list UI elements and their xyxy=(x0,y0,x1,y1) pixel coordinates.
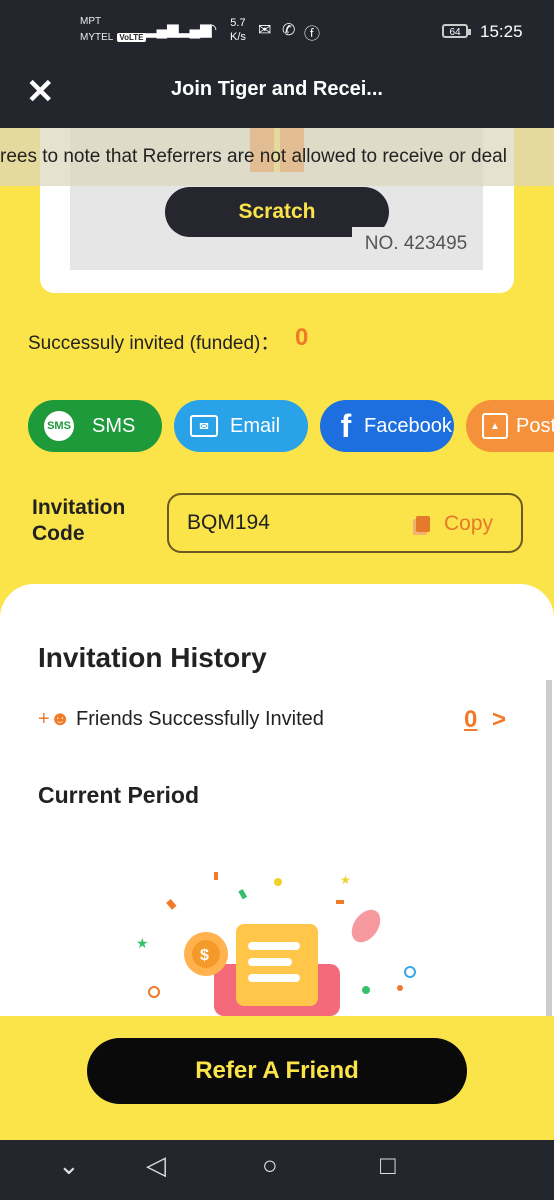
add-person-icon: +☻ xyxy=(38,708,71,730)
image-icon: ▲ xyxy=(482,413,508,439)
chevron-right-icon[interactable]: > xyxy=(492,706,506,734)
share-facebook-button[interactable]: f Facebook xyxy=(320,400,454,452)
signal-icon: ▂▄▆ xyxy=(145,21,179,38)
copy-icon xyxy=(415,516,430,532)
facebook-icon: f xyxy=(340,407,352,444)
invitation-code-label: Invitation Code xyxy=(32,495,125,547)
invitation-code-box: BQM194 Copy xyxy=(167,493,523,553)
viber-icon: ✆ xyxy=(282,22,296,39)
invitation-code-label-line1: Invitation xyxy=(32,496,126,519)
invited-count: 0 xyxy=(295,324,309,351)
svg-text:★: ★ xyxy=(136,936,149,952)
invitation-code: BQM194 xyxy=(187,511,270,534)
share-sms-button[interactable]: SMS SMS xyxy=(28,400,162,452)
volte-badge: VoLTE xyxy=(117,33,146,42)
sms-icon: SMS xyxy=(44,411,74,441)
invitation-history-title: Invitation History xyxy=(38,642,267,673)
facebook-notification-icon: ⓕ xyxy=(304,26,321,43)
copy-button[interactable]: Copy xyxy=(415,512,493,536)
friends-invited-label: Friends Successfully Invited xyxy=(76,708,324,730)
battery-icon: 64 xyxy=(442,24,471,38)
refer-a-friend-button[interactable]: Refer A Friend xyxy=(87,1038,467,1104)
system-nav-bar: ⌄ ◁ ○ □ xyxy=(0,1140,554,1200)
carrier-name-1: MPT xyxy=(80,16,102,27)
share-sms-label: SMS xyxy=(92,414,136,437)
ticket-number: NO. 423495 xyxy=(352,227,480,261)
carrier-name-2: MYTEL xyxy=(80,32,114,43)
back-icon[interactable]: ◁ xyxy=(146,1150,166,1181)
feather-shape xyxy=(351,909,381,943)
carrier-info: MPT MYTEL VoLTE xyxy=(80,14,146,46)
invited-label: Successuly invited (funded)： xyxy=(28,333,280,354)
copy-label: Copy xyxy=(443,512,493,535)
scrollbar[interactable] xyxy=(546,680,552,1040)
svg-text:$: $ xyxy=(200,947,209,964)
share-email-button[interactable]: ✉ Email xyxy=(174,400,308,452)
status-bar: MPT MYTEL VoLTE ▂▄▆ ▂▄▆ ◠ 5.7 K/s ✉ ✆ ⓕ 6… xyxy=(0,0,554,58)
empty-state-illustration: $ ★ ★ xyxy=(136,872,416,1016)
share-post-button[interactable]: ▲ Post xyxy=(466,400,554,452)
current-period-label: Current Period xyxy=(38,782,200,808)
recents-icon[interactable]: □ xyxy=(380,1150,396,1181)
home-icon[interactable]: ○ xyxy=(262,1150,278,1181)
wifi-icon: ◠ xyxy=(204,21,218,38)
invitation-code-label-line2: Code xyxy=(32,522,85,545)
svg-text:★: ★ xyxy=(340,873,351,887)
clock: 15:25 xyxy=(480,22,523,41)
mail-icon: ✉ xyxy=(190,415,218,437)
share-email-label: Email xyxy=(230,414,281,437)
notice-marquee: rees to note that Referrers are not allo… xyxy=(0,128,554,186)
net-speed: 5.7 K/s xyxy=(230,16,246,44)
net-speed-value: 5.7 xyxy=(230,17,246,29)
friends-invited-row[interactable]: +☻ Friends Successfully Invited 0 > xyxy=(38,706,514,736)
page-title: Join Tiger and Recei... xyxy=(171,78,383,100)
share-facebook-label: Facebook xyxy=(364,414,452,437)
share-post-label: Post xyxy=(516,414,554,437)
net-speed-unit: K/s xyxy=(230,31,246,43)
friends-invited-count[interactable]: 0 xyxy=(464,706,477,734)
top-bar: ✕ Join Tiger and Recei... xyxy=(0,58,554,128)
chevron-down-icon[interactable]: ⌄ xyxy=(58,1150,80,1181)
mail-notification-icon: ✉ xyxy=(258,22,272,39)
